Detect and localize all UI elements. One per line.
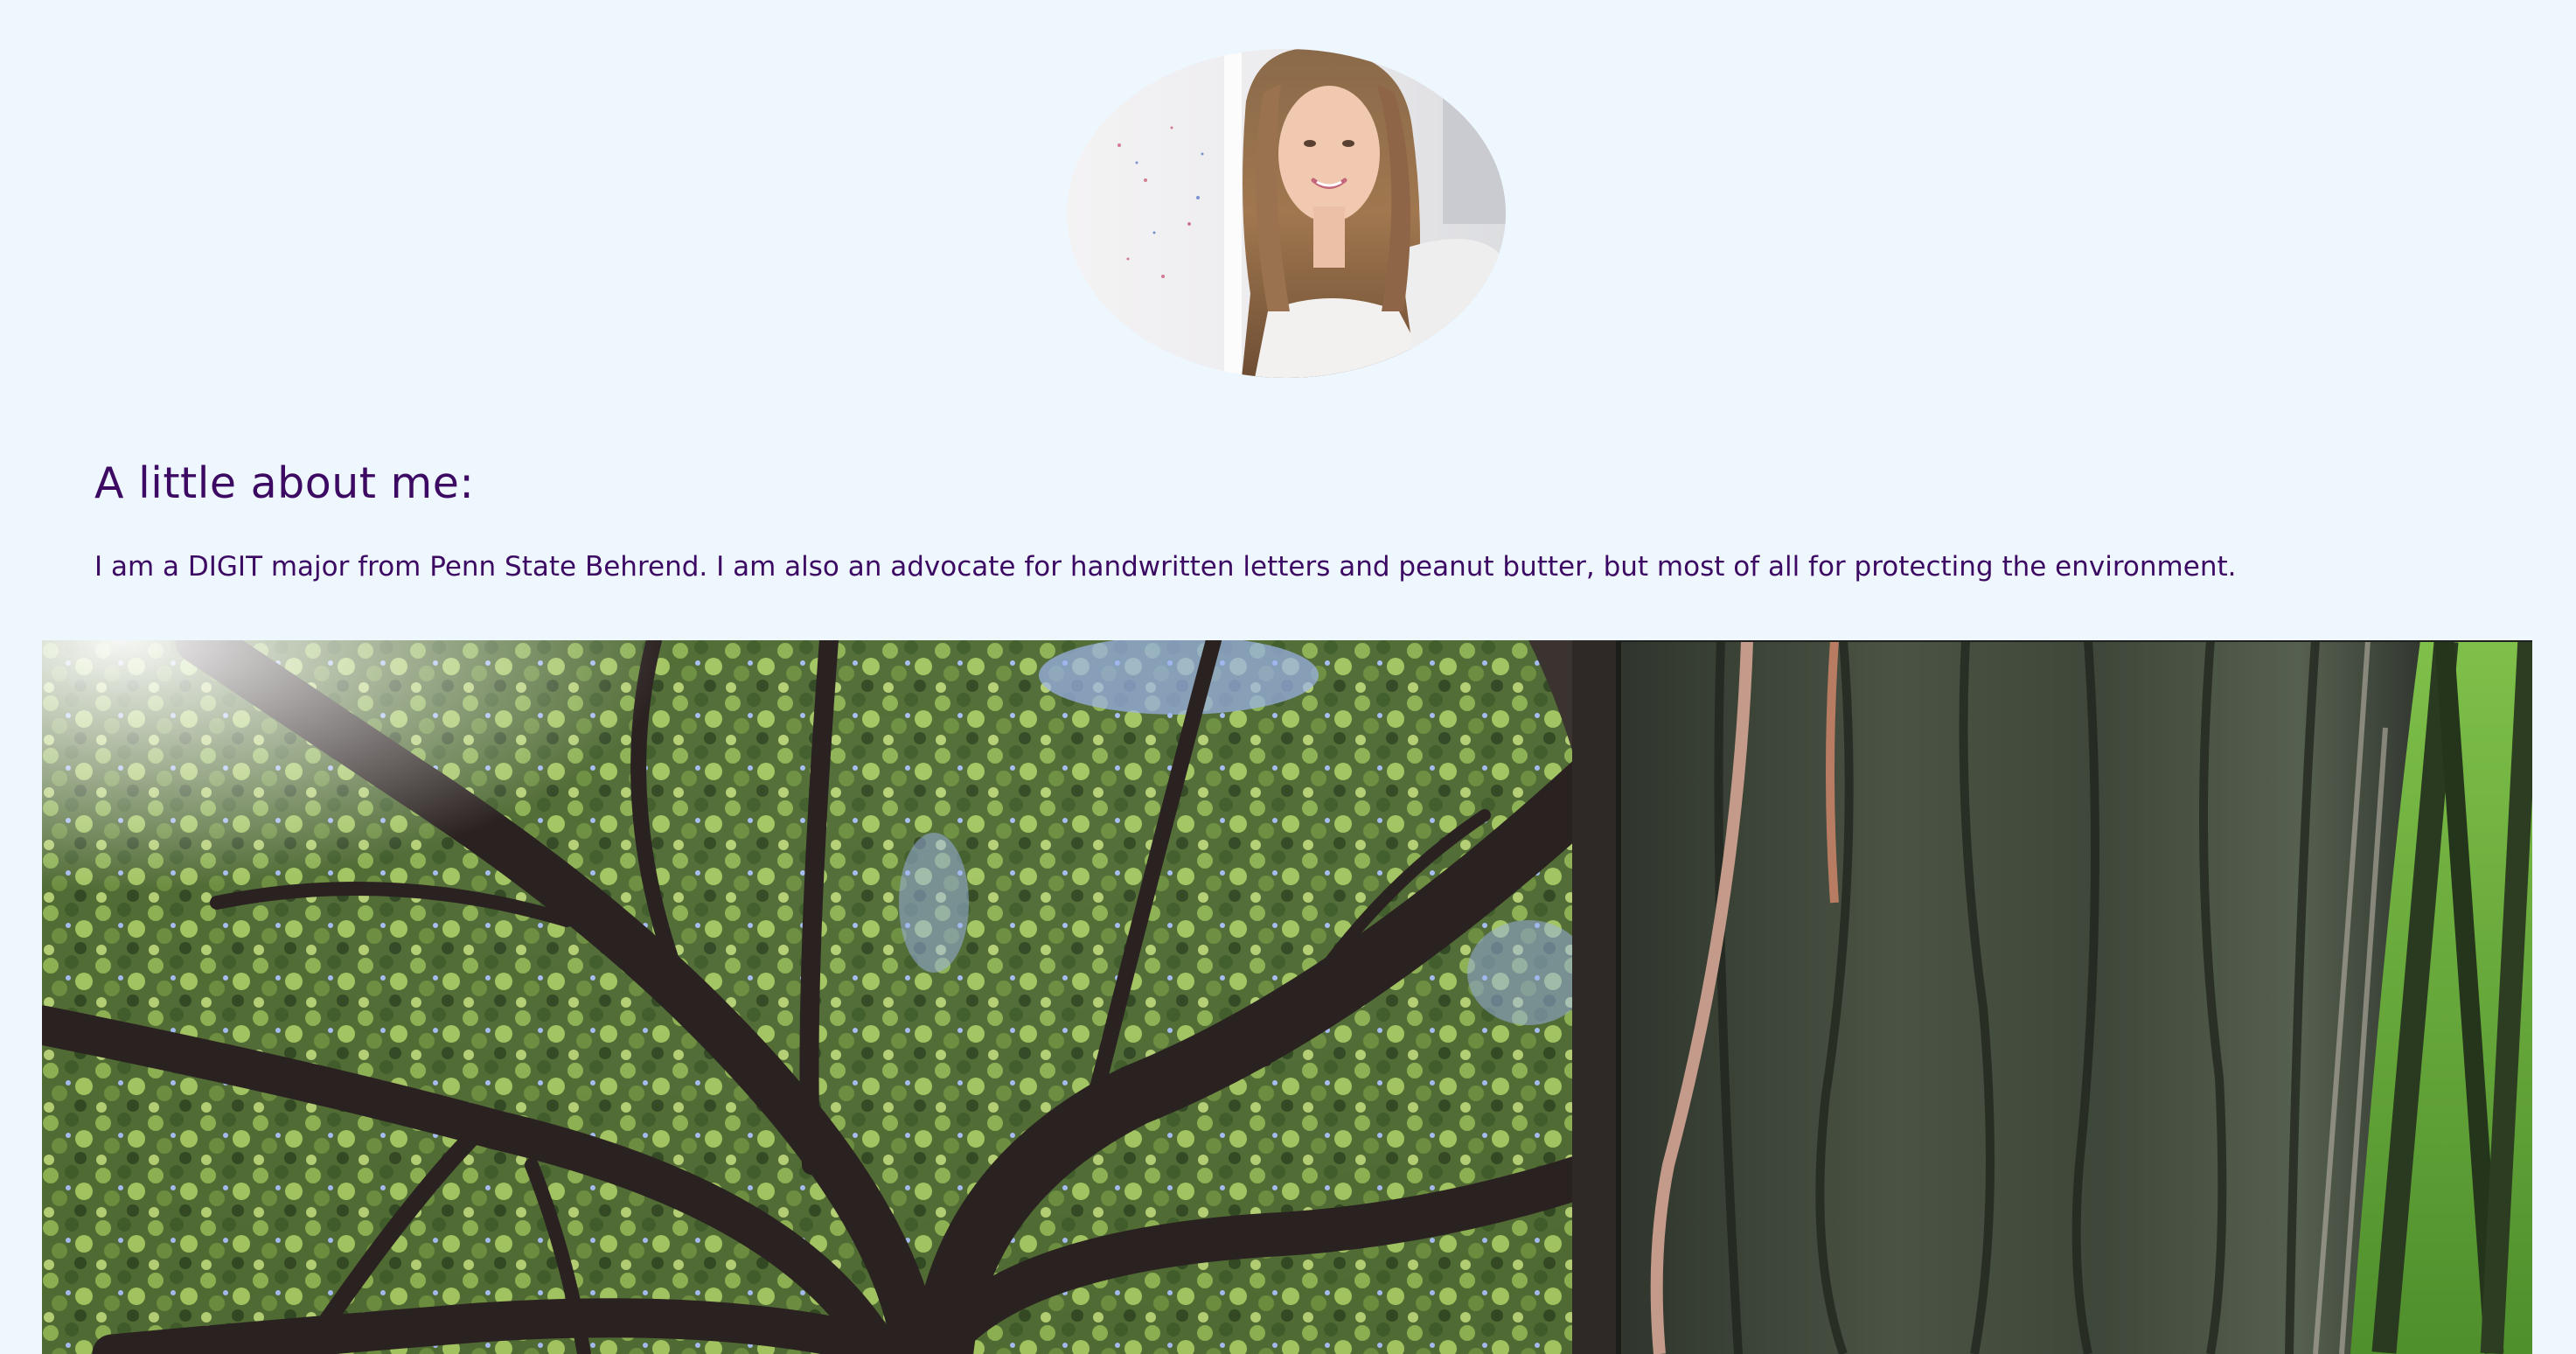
- photo-gallery: [42, 640, 2532, 1354]
- about-description: I am a DIGIT major from Penn State Behre…: [94, 551, 2237, 583]
- profile-photo-icon: [1067, 49, 1506, 378]
- tree-trunk-photo: [1616, 640, 2532, 1354]
- tree-canopy-photo: [42, 640, 1616, 1354]
- tree-trunk-photo-icon: [1616, 640, 2532, 1354]
- page: A little about me: I am a DIGIT major fr…: [0, 0, 2576, 1354]
- about-heading: A little about me:: [94, 458, 475, 508]
- tree-canopy-photo-icon: [42, 640, 1616, 1354]
- profile-avatar: [1067, 49, 1506, 378]
